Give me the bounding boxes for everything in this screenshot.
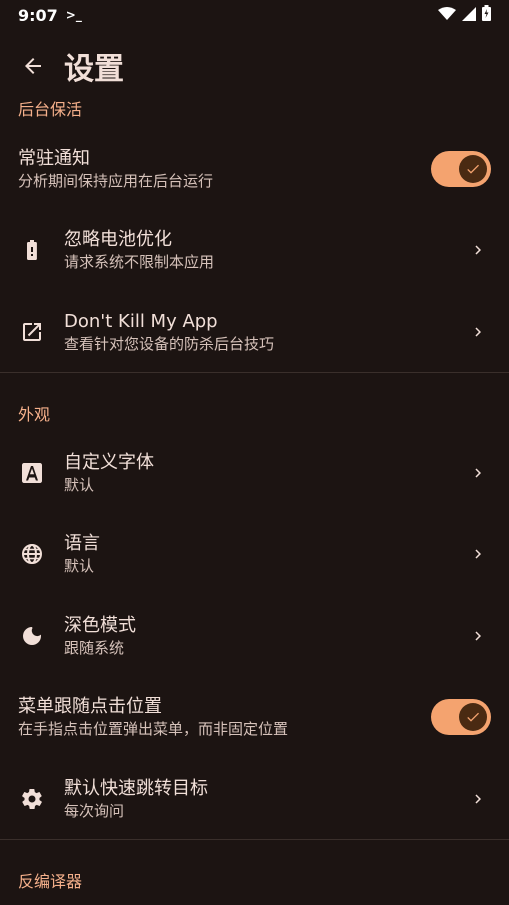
persistent-notification-toggle[interactable] [431, 151, 491, 187]
setting-title: 深色模式 [64, 615, 136, 636]
setting-title: 菜单跟随点击位置 [18, 696, 162, 717]
setting-persistent-notification[interactable]: 常驻通知 分析期间保持应用在后台运行 [0, 137, 509, 201]
section-divider [0, 372, 509, 373]
setting-title: 自定义字体 [64, 452, 154, 473]
terminal-icon: >_ [65, 8, 82, 22]
open-in-new-icon [23, 323, 41, 341]
setting-subtitle: 请求系统不限制本应用 [64, 253, 215, 271]
chevron-right-icon [475, 794, 481, 804]
setting-subtitle: 默认 [64, 557, 95, 575]
status-bar: 9:07 >_ [0, 0, 509, 30]
gear-icon [22, 789, 42, 809]
chevron-right-icon [475, 468, 481, 478]
setting-battery-optimization[interactable]: 忽略电池优化 请求系统不限制本应用 [0, 218, 509, 282]
page-title: 设置 [64, 52, 124, 87]
signal-icon [462, 6, 476, 25]
arrow-left-icon [25, 58, 41, 74]
setting-custom-font[interactable]: 自定义字体 默认 [0, 441, 509, 505]
setting-title: 常驻通知 [18, 148, 90, 169]
moon-icon [23, 627, 41, 645]
setting-menu-follow-click[interactable]: 菜单跟随点击位置 在手指点击位置弹出菜单，而非固定位置 [0, 685, 509, 749]
setting-title: Don't Kill My App [64, 311, 218, 332]
setting-title: 默认快速跳转目标 [64, 778, 208, 799]
setting-language[interactable]: 语言 默认 [0, 522, 509, 586]
font-a-icon [22, 463, 42, 483]
setting-title: 忽略电池优化 [64, 229, 172, 250]
chevron-right-icon [475, 549, 481, 559]
menu-follow-click-toggle[interactable] [431, 699, 491, 735]
setting-subtitle: 跟随系统 [64, 639, 125, 657]
chevron-right-icon [475, 245, 481, 255]
setting-subtitle: 默认 [64, 476, 95, 494]
battery-alert-icon [27, 240, 37, 260]
status-time: 9:07 [18, 5, 58, 25]
section-title-appearance: 外观 [18, 405, 51, 424]
chevron-right-icon [475, 631, 481, 641]
section-title-background: 后台保活 [18, 100, 83, 119]
section-title-decompiler: 反编译器 [18, 872, 83, 891]
wifi-icon [438, 6, 456, 25]
app-bar: 设置 [0, 40, 509, 92]
chevron-right-icon [475, 327, 481, 337]
check-icon [467, 164, 479, 174]
setting-subtitle: 每次询问 [64, 802, 125, 820]
section-divider [0, 839, 509, 840]
setting-dont-kill-my-app[interactable]: Don't Kill My App 查看针对您设备的防杀后台技巧 [0, 300, 509, 364]
setting-quick-jump-target[interactable]: 默认快速跳转目标 每次询问 [0, 767, 509, 831]
setting-subtitle: 查看针对您设备的防杀后台技巧 [64, 335, 275, 353]
setting-dark-mode[interactable]: 深色模式 跟随系统 [0, 604, 509, 668]
globe-icon [22, 544, 42, 564]
battery-status-icon [482, 5, 491, 25]
check-icon [467, 712, 479, 722]
setting-subtitle: 在手指点击位置弹出菜单，而非固定位置 [18, 720, 289, 738]
back-button[interactable] [18, 51, 48, 81]
setting-title: 语言 [64, 533, 100, 554]
setting-subtitle: 分析期间保持应用在后台运行 [18, 172, 214, 190]
